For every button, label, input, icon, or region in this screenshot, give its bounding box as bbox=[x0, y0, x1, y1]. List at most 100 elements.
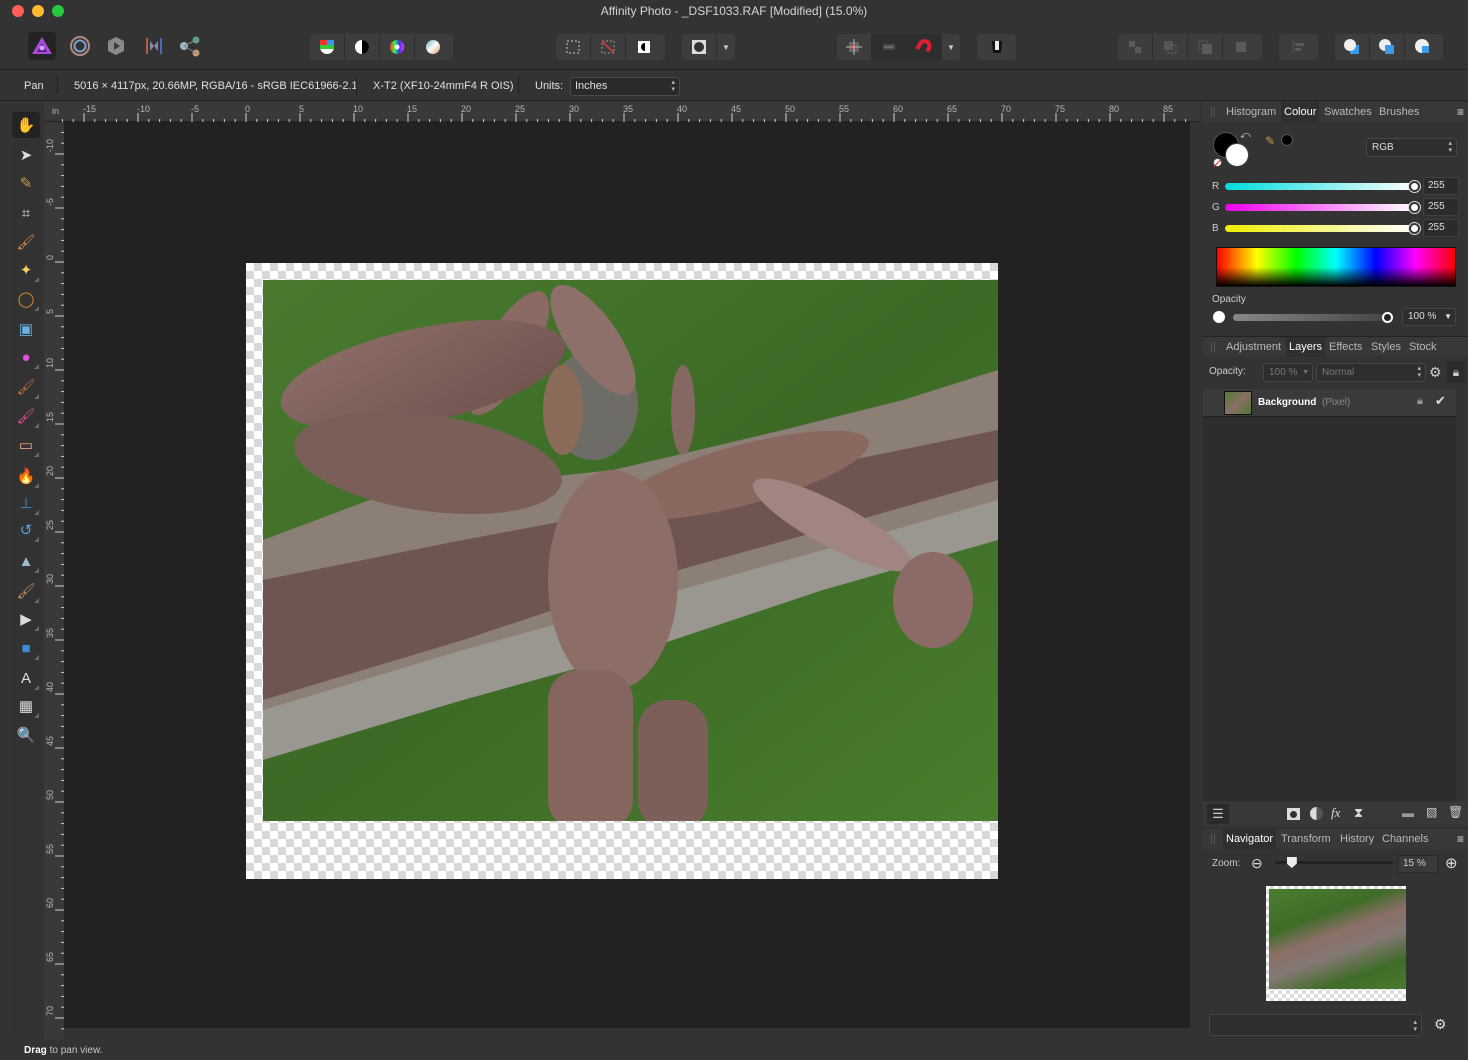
tab-history[interactable]: History bbox=[1337, 829, 1377, 849]
tab-effects[interactable]: Effects bbox=[1326, 337, 1365, 357]
node-tool-button[interactable]: ▶ bbox=[12, 606, 40, 632]
colour-opacity-field[interactable]: 100 % ▼ bbox=[1402, 308, 1456, 326]
freehand-selection-tool-button[interactable]: ◯ bbox=[12, 286, 40, 312]
colour-picker-icon[interactable]: ✎ bbox=[1265, 134, 1275, 148]
fx-button[interactable]: fx bbox=[1331, 805, 1340, 821]
assistant-button[interactable] bbox=[977, 34, 1016, 60]
colour-opacity-slider[interactable] bbox=[1233, 314, 1388, 321]
view-tool-button[interactable]: ✋ bbox=[12, 112, 40, 138]
selection-brush-tool-button[interactable]: 🖌 bbox=[12, 229, 40, 255]
panel-menu-icon[interactable]: ≡ bbox=[1457, 832, 1464, 846]
develop-persona-button[interactable] bbox=[102, 32, 130, 60]
boolean-subtract-button[interactable] bbox=[1370, 34, 1405, 60]
boolean-intersect-button[interactable] bbox=[1405, 34, 1440, 60]
channel-thumb-g[interactable] bbox=[1409, 202, 1420, 213]
lock-layer-button[interactable]: 🔒︎ bbox=[1447, 361, 1465, 383]
zoom-value-field[interactable]: 15 % bbox=[1398, 855, 1438, 873]
dodge-brush-tool-button[interactable]: 🔥 bbox=[12, 463, 40, 489]
zoom-in-button[interactable]: ⊕ bbox=[1445, 854, 1458, 872]
auto-levels-button[interactable] bbox=[310, 34, 345, 60]
auto-white-balance-button[interactable] bbox=[415, 34, 450, 60]
channel-slider-r[interactable] bbox=[1225, 183, 1415, 190]
quick-mask-button[interactable] bbox=[682, 34, 717, 60]
deselect-button[interactable] bbox=[591, 34, 626, 60]
move-to-front-button[interactable] bbox=[1223, 34, 1258, 60]
move-tool-button[interactable]: ➤ bbox=[12, 142, 40, 168]
zoom-out-button[interactable]: ⊖ bbox=[1251, 855, 1263, 872]
delete-layer-button[interactable]: 🗑︎ bbox=[1448, 805, 1463, 819]
layer-opacity-field[interactable]: 100 % ▼ bbox=[1263, 363, 1313, 382]
undo-brush-tool-button[interactable]: ↺ bbox=[12, 517, 40, 543]
swap-colours-icon[interactable]: ⤺ bbox=[1240, 130, 1251, 141]
panel-grip-icon[interactable] bbox=[1211, 834, 1215, 844]
tab-adjustment[interactable]: Adjustment bbox=[1223, 337, 1284, 357]
clone-brush-tool-button[interactable]: ⊥ bbox=[12, 490, 40, 516]
mesh-warp-tool-button[interactable]: ▦ bbox=[12, 693, 40, 719]
colour-wheel-tool-button[interactable]: ● bbox=[12, 344, 40, 370]
panel-menu-icon[interactable]: ≡ bbox=[1457, 105, 1464, 119]
navigator-thumbnail[interactable] bbox=[1266, 886, 1406, 1001]
new-pixel-layer-button[interactable]: ▧ bbox=[1426, 805, 1437, 819]
snapping-dropdown[interactable]: ▼ bbox=[942, 34, 960, 60]
tab-brushes[interactable]: Brushes bbox=[1376, 102, 1422, 122]
panel-grip-icon[interactable] bbox=[1211, 342, 1215, 352]
zoom-tool-button[interactable]: 🔍 bbox=[12, 722, 40, 748]
paint-brush-tool-button[interactable]: 🖌 bbox=[12, 374, 40, 400]
layers-scrollbar[interactable] bbox=[1456, 389, 1468, 801]
units-select[interactable]: Inches ▴ ▾ bbox=[570, 77, 680, 96]
layer-visibility-checkbox[interactable]: ✔ bbox=[1435, 393, 1446, 409]
align-button[interactable] bbox=[1279, 34, 1318, 60]
flood-fill-tool-button[interactable]: ▣ bbox=[12, 316, 40, 342]
snapping-grid-button[interactable] bbox=[837, 34, 872, 60]
move-back-one-button[interactable] bbox=[1153, 34, 1188, 60]
tone-mapping-persona-button[interactable] bbox=[140, 32, 168, 60]
inpainting-brush-tool-button[interactable]: 🖌 bbox=[12, 578, 40, 604]
no-colour-icon[interactable] bbox=[1213, 158, 1222, 167]
auto-contrast-button[interactable] bbox=[345, 34, 380, 60]
channel-slider-g[interactable] bbox=[1225, 204, 1415, 211]
navigator-settings-gear-icon[interactable]: ⚙ bbox=[1434, 1016, 1447, 1033]
colour-picker-tool-button[interactable]: ✎ bbox=[12, 170, 40, 196]
crop-tool-button[interactable]: ⌗ bbox=[12, 200, 40, 226]
channel-value-g[interactable]: 255 bbox=[1423, 198, 1459, 216]
auto-colour-button[interactable] bbox=[380, 34, 415, 60]
flood-select-tool-button[interactable]: ✦ bbox=[12, 257, 40, 283]
layers-stack-button[interactable]: ☰ bbox=[1207, 804, 1229, 824]
group-folder-button[interactable]: ▬ bbox=[1402, 806, 1414, 820]
channel-thumb-r[interactable] bbox=[1409, 181, 1420, 192]
move-to-back-button[interactable] bbox=[1118, 34, 1153, 60]
mask-layer-button[interactable] bbox=[1287, 808, 1300, 820]
snapping-toggle-button[interactable] bbox=[907, 34, 942, 60]
view-preset-select[interactable]: ▴ ▾ bbox=[1209, 1014, 1422, 1036]
force-snap-button[interactable] bbox=[872, 34, 907, 60]
secondary-colour-well[interactable] bbox=[1225, 143, 1249, 167]
adjustment-button[interactable] bbox=[1310, 807, 1323, 820]
liquify-persona-button[interactable] bbox=[66, 32, 94, 60]
tab-transform[interactable]: Transform bbox=[1278, 829, 1334, 849]
tab-navigator[interactable]: Navigator bbox=[1223, 829, 1277, 849]
boolean-add-button[interactable] bbox=[1335, 34, 1370, 60]
horizontal-ruler[interactable]: in -15 -10 -5 0 5 10 15 20 25 30 35 40 45 50 55 60 65 70 7… bbox=[44, 102, 1200, 122]
invert-selection-button[interactable] bbox=[626, 34, 661, 60]
zoom-slider-thumb[interactable] bbox=[1286, 857, 1297, 868]
layer-locked-icon[interactable]: 🔒︎ bbox=[1417, 395, 1423, 408]
tab-stock[interactable]: Stock bbox=[1406, 337, 1440, 357]
channel-value-r[interactable]: 255 bbox=[1423, 177, 1459, 195]
channel-slider-b[interactable] bbox=[1225, 225, 1415, 232]
tab-histogram[interactable]: Histogram bbox=[1223, 102, 1279, 122]
layer-settings-gear-icon[interactable]: ⚙ bbox=[1429, 364, 1442, 381]
panel-grip-icon[interactable] bbox=[1211, 107, 1215, 117]
quick-mask-dropdown[interactable]: ▼ bbox=[717, 34, 735, 60]
colour-mode-select[interactable]: RGB ▴ ▾ bbox=[1366, 138, 1457, 157]
layer-row[interactable]: Background (Pixel) 🔒︎ ✔ bbox=[1203, 389, 1456, 417]
tab-swatches[interactable]: Swatches bbox=[1321, 102, 1375, 122]
blend-mode-select[interactable]: Normal ▴ ▾ bbox=[1316, 363, 1426, 382]
blur-brush-tool-button[interactable]: ▲ bbox=[12, 548, 40, 574]
photo-persona-button[interactable] bbox=[28, 32, 56, 60]
export-persona-button[interactable] bbox=[176, 32, 204, 60]
vertical-ruler[interactable]: -10 -5 0 5 10 15 20 25 30 35 40 45 50 55 60 65 70 bbox=[44, 122, 64, 1040]
rectangle-tool-button[interactable]: ■ bbox=[12, 635, 40, 661]
photo-stone-figure[interactable] bbox=[263, 280, 998, 821]
tab-styles[interactable]: Styles bbox=[1368, 337, 1404, 357]
tab-layers[interactable]: Layers bbox=[1286, 337, 1326, 357]
